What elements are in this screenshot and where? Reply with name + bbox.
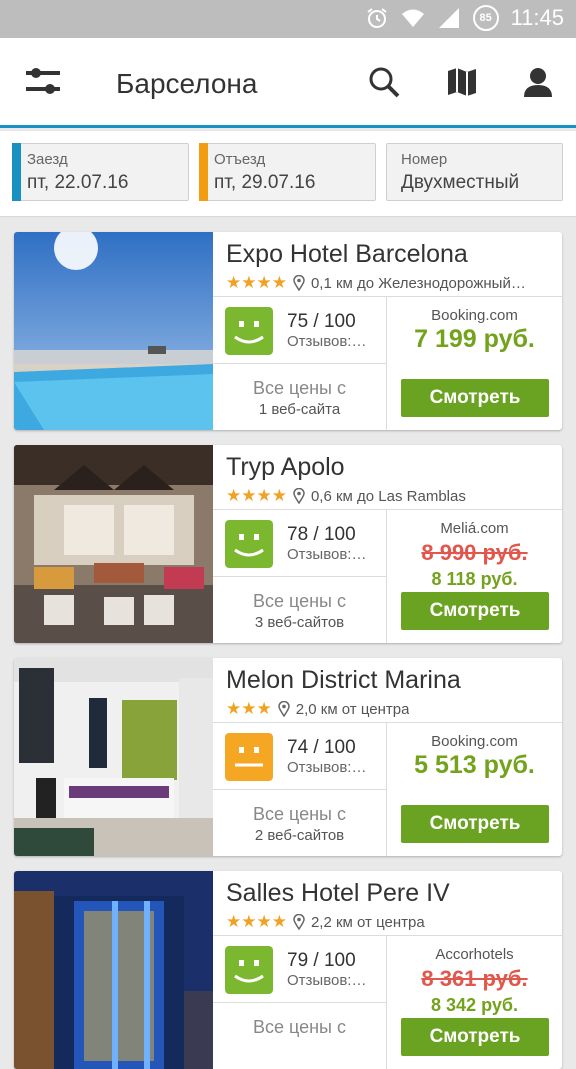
price: 5 513 руб. <box>414 751 535 779</box>
search-icon <box>369 67 400 98</box>
hotel-name[interactable]: Melon District Marina <box>226 666 461 695</box>
divider <box>213 1002 386 1003</box>
view-deal-button[interactable]: Смотреть <box>401 592 549 630</box>
checkin-value: пт, 22.07.16 <box>27 172 129 193</box>
checkin-label: Заезд <box>27 151 68 168</box>
distance-text: 0,1 км до Железнодорожный… <box>310 274 526 292</box>
all-prices-link[interactable]: Все цены с 3 веб-сайтов <box>213 591 386 631</box>
distance-text: 2,0 км от центра <box>295 700 410 718</box>
wifi-icon <box>401 9 424 27</box>
divider <box>213 935 562 936</box>
distance-text: 2,2 км от центра <box>310 913 425 931</box>
rating-score: 79 / 100 <box>287 950 356 971</box>
all-prices-label: Все цены с <box>252 378 346 398</box>
price: 8 342 руб. <box>431 995 518 1015</box>
user-icon <box>524 68 552 97</box>
hotel-meta: ★★★★ 0,1 км до Железнодорожный… <box>226 273 556 293</box>
checkout-value: пт, 29.07.16 <box>214 172 316 193</box>
star-rating: ★★★ <box>226 699 272 718</box>
divider <box>213 576 386 577</box>
hotel-photo[interactable] <box>14 871 213 1069</box>
rating-face-icon <box>225 946 273 994</box>
divider <box>213 296 562 297</box>
all-prices-link[interactable]: Все цены с 1 веб-сайта <box>213 378 386 418</box>
hotel-meta: ★★★ 2,0 км от центра <box>226 699 556 719</box>
sites-count: 2 веб-сайтов <box>254 827 345 844</box>
reviews-count[interactable]: Отзывов:… <box>287 333 366 350</box>
sites-count: 1 веб-сайта <box>258 401 341 418</box>
divider <box>213 722 562 723</box>
price: 7 199 руб. <box>414 325 535 353</box>
divider <box>213 509 562 510</box>
distance-text: 0,6 км до Las Ramblas <box>310 487 466 505</box>
location-pin-icon <box>293 914 305 930</box>
all-prices-label: Все цены с <box>252 804 346 824</box>
hotel-photo[interactable] <box>14 658 213 856</box>
hotel-meta: ★★★★ 2,2 км от центра <box>226 912 556 932</box>
reviews-count[interactable]: Отзывов:… <box>287 972 366 989</box>
provider-name: Booking.com <box>431 733 518 750</box>
page-title: Барселона <box>116 68 258 99</box>
hotel-name[interactable]: Salles Hotel Pere IV <box>226 879 450 908</box>
hotel-name[interactable]: Tryp Apolo <box>226 453 345 482</box>
room-field[interactable]: Номер Двухместный <box>386 143 563 201</box>
all-prices-link[interactable]: Все цены с 2 веб-сайтов <box>213 804 386 844</box>
rating-face-icon <box>225 733 273 781</box>
room-value: Двухместный <box>401 172 520 193</box>
hotel-card[interactable]: Tryp Apolo ★★★★ 0,6 км до Las Ramblas 78… <box>14 445 562 643</box>
old-price: 8 361 руб. <box>421 966 528 991</box>
star-rating: ★★★★ <box>226 273 287 292</box>
status-bar: 85 11:45 <box>0 0 576 38</box>
checkin-field[interactable]: Заезд пт, 22.07.16 <box>12 143 189 201</box>
filter-icon[interactable] <box>24 64 64 100</box>
location-pin-icon <box>277 701 290 717</box>
view-deal-button[interactable]: Смотреть <box>401 805 549 843</box>
hotel-card[interactable]: Melon District Marina ★★★ 2,0 км от цент… <box>14 658 562 856</box>
profile-button[interactable] <box>518 62 558 102</box>
old-price: 8 990 руб. <box>421 540 528 565</box>
all-prices-label: Все цены с <box>252 1017 346 1037</box>
hotel-name[interactable]: Expo Hotel Barcelona <box>226 240 468 269</box>
checkout-stripe <box>199 143 208 201</box>
divider <box>213 363 386 364</box>
search-button[interactable] <box>364 62 404 102</box>
rating-score: 78 / 100 <box>287 524 356 545</box>
hotel-card[interactable]: Salles Hotel Pere IV ★★★★ 2,2 км от цент… <box>14 871 562 1069</box>
battery-icon: 85 <box>472 5 499 31</box>
location-pin-icon <box>293 488 305 504</box>
status-time: 11:45 <box>510 5 564 30</box>
hotel-photo[interactable] <box>14 445 213 643</box>
alarm-icon <box>366 8 387 28</box>
checkin-stripe <box>12 143 21 201</box>
checkout-field[interactable]: Отъезд пт, 29.07.16 <box>199 143 376 201</box>
all-prices-label: Все цены с <box>252 591 346 611</box>
map-icon <box>448 68 476 96</box>
reviews-count[interactable]: Отзывов:… <box>287 759 366 776</box>
rating-score: 74 / 100 <box>287 737 356 758</box>
sites-count: 3 веб-сайтов <box>254 614 345 631</box>
checkout-label: Отъезд <box>214 151 266 168</box>
star-rating: ★★★★ <box>226 486 287 505</box>
provider-name: Accorhotels <box>435 946 514 963</box>
rating-face-icon <box>225 307 273 355</box>
search-params-bar: Заезд пт, 22.07.16 Отъезд пт, 29.07.16 Н… <box>0 131 576 217</box>
all-prices-link[interactable]: Все цены с <box>213 1017 386 1038</box>
app-bar: Барселона <box>0 38 576 128</box>
divider <box>213 789 386 790</box>
hotel-meta: ★★★★ 0,6 км до Las Ramblas <box>226 486 556 506</box>
view-deal-button[interactable]: Смотреть <box>401 379 549 417</box>
hotel-photo[interactable] <box>14 232 213 430</box>
star-rating: ★★★★ <box>226 912 287 931</box>
map-button[interactable] <box>442 62 482 102</box>
provider-name: Booking.com <box>431 307 518 324</box>
signal-icon <box>438 8 459 28</box>
room-label: Номер <box>401 151 448 168</box>
provider-name: Meliá.com <box>440 520 509 537</box>
reviews-count[interactable]: Отзывов:… <box>287 546 366 563</box>
rating-face-icon <box>225 520 273 568</box>
hotel-card[interactable]: Expo Hotel Barcelona ★★★★ 0,1 км до Желе… <box>14 232 562 430</box>
location-pin-icon <box>293 275 305 291</box>
rating-score: 75 / 100 <box>287 311 356 332</box>
price: 8 118 руб. <box>431 569 518 589</box>
